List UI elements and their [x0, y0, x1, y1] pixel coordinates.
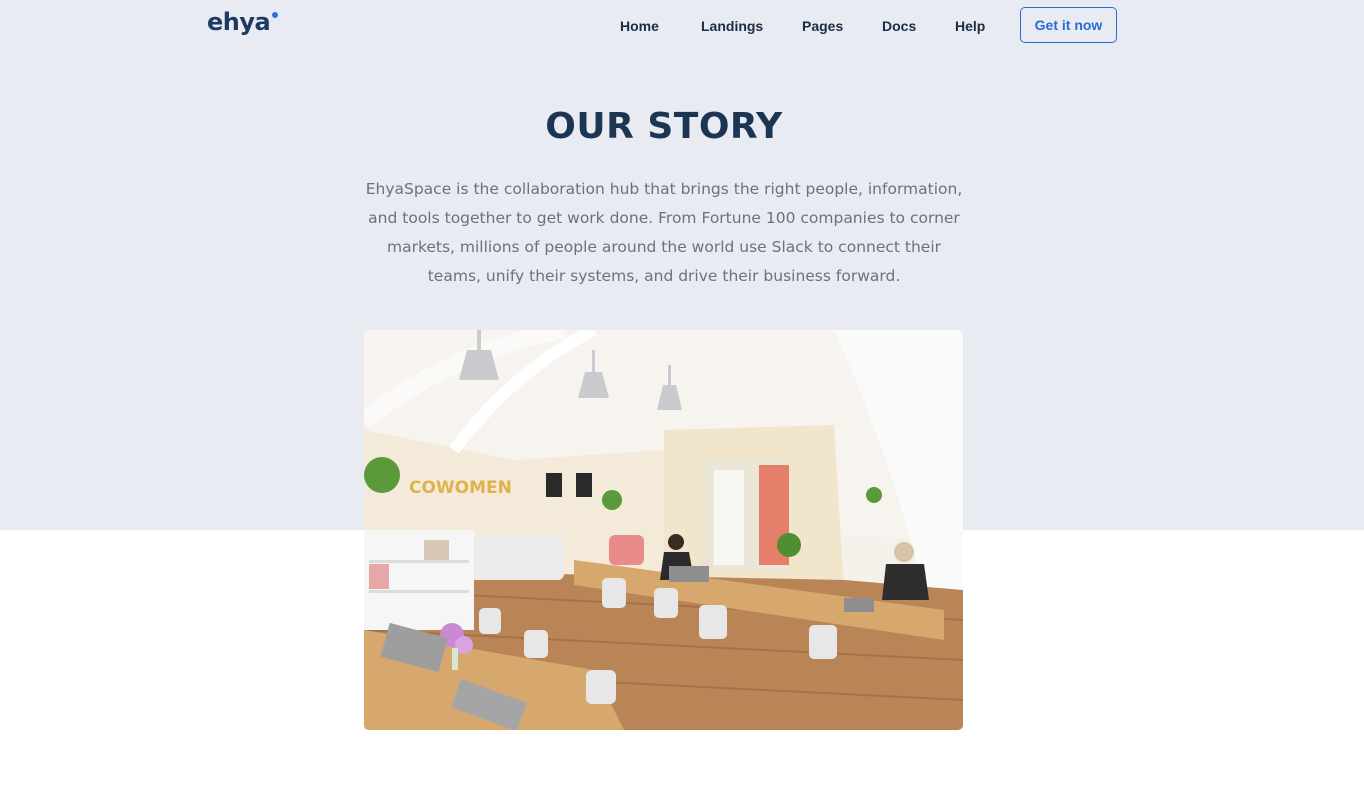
nav-link-help[interactable]: Help: [955, 18, 985, 34]
logo-dot-icon: [272, 12, 279, 18]
nav-link-docs[interactable]: Docs: [882, 18, 916, 34]
story-description: EhyaSpace is the collaboration hub that …: [365, 180, 963, 285]
nav-link-landings[interactable]: Landings: [701, 18, 763, 34]
nav-link-pages[interactable]: Pages: [802, 18, 843, 34]
nav-link-home[interactable]: Home: [620, 18, 659, 34]
wall-text: COWOMEN: [409, 478, 512, 498]
office-photo: COWOMEN: [364, 330, 963, 730]
page-title: OUR STORY: [545, 106, 783, 147]
logo-text: ehya: [207, 8, 271, 36]
brand-logo[interactable]: ehya: [207, 8, 279, 36]
get-it-now-button[interactable]: Get it now: [1020, 7, 1117, 43]
